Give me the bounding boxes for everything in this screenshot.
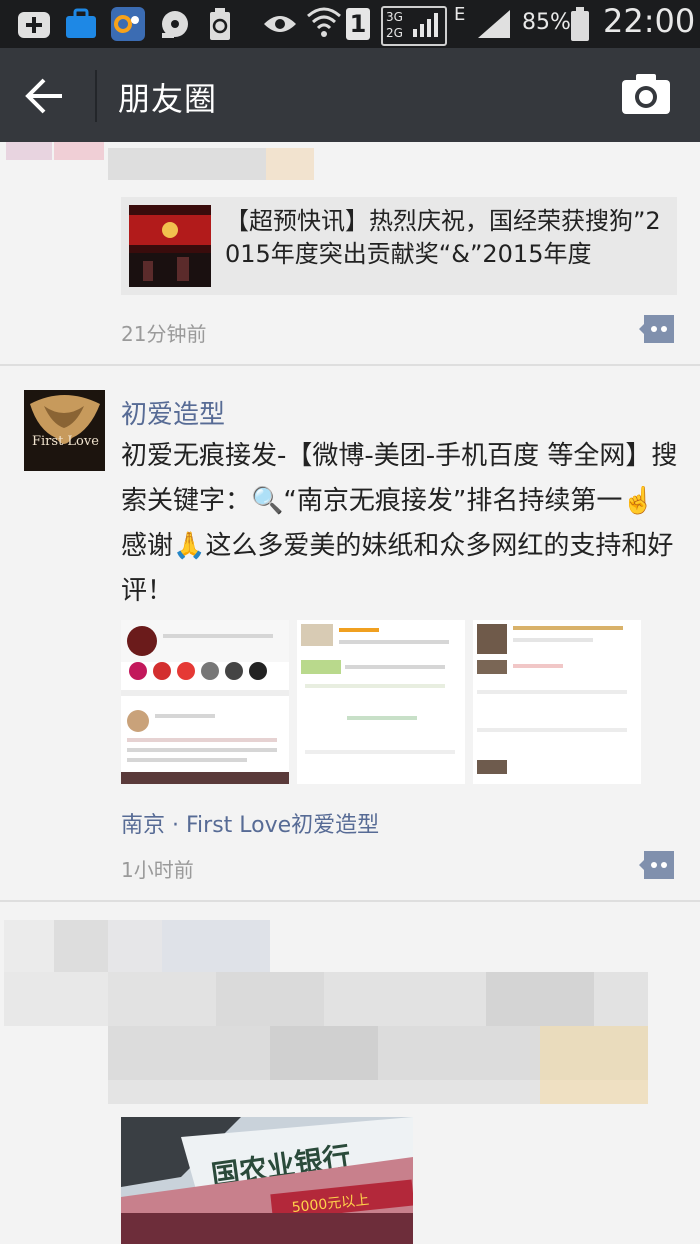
blurred-avatar-1 xyxy=(6,142,52,160)
moments-feed[interactable]: 【超预快讯】热烈庆祝，国经荣获搜狗”2015年度突出贡献奖“&”2015年度 2… xyxy=(0,142,700,1244)
blurred-emoji xyxy=(540,1026,648,1080)
cell-signal-icon xyxy=(478,10,510,38)
post-image-1[interactable] xyxy=(121,620,289,784)
avatar[interactable]: First Love xyxy=(24,390,105,471)
blurred-avatar-part xyxy=(108,920,162,972)
blurred-emoji xyxy=(540,1080,648,1104)
location-link[interactable]: 南京 · First Love初爱造型 xyxy=(121,807,379,839)
toolbox-icon xyxy=(66,8,96,38)
camera-icon[interactable] xyxy=(620,70,672,118)
edge-indicator: E xyxy=(454,4,466,25)
eye-icon xyxy=(264,16,296,32)
network-type-bottom: 2G xyxy=(386,26,403,40)
post-text: 初爱无痕接发-【微博-美团-手机百度 等全网】搜索关键字：🔍“南京无痕接发”排名… xyxy=(121,441,678,606)
post-divider xyxy=(0,900,700,902)
blurred-avatar-part xyxy=(162,920,270,972)
post-image-3[interactable] xyxy=(473,620,641,784)
sim-slot-badge: 1 xyxy=(346,8,370,40)
blurred-text-part xyxy=(486,972,594,1026)
network-type-badge: 3G 2G xyxy=(381,6,447,46)
post-photo[interactable]: 国农业银行 5000元以上 xyxy=(121,1117,413,1244)
poster-name[interactable]: 初爱造型 xyxy=(121,394,225,431)
blurred-avatar-part xyxy=(4,972,108,1026)
blurred-avatar xyxy=(4,920,54,972)
battery-icon xyxy=(571,7,589,41)
blurred-avatar-2 xyxy=(54,142,104,160)
shared-link-card[interactable]: 【超预快讯】热烈庆祝，国经荣获搜狗”2015年度突出贡献奖“&”2015年度 xyxy=(121,197,677,295)
avatar-brand-text: First Love xyxy=(32,434,99,449)
battery-percent: 85% xyxy=(522,10,571,35)
add-notification-icon xyxy=(18,12,50,38)
network-type-top: 3G xyxy=(386,10,403,24)
app-notification-icon xyxy=(111,7,145,41)
post-time: 21分钟前 xyxy=(121,322,207,346)
post-image-2[interactable] xyxy=(297,620,465,784)
post-time: 1小时前 xyxy=(121,858,194,882)
comment-icon[interactable] xyxy=(638,850,676,880)
wifi-icon xyxy=(307,7,341,37)
link-thumbnail xyxy=(129,205,211,287)
clock: 22:00 xyxy=(603,2,696,40)
blurred-avatar-part xyxy=(54,920,108,972)
post-divider xyxy=(0,364,700,366)
back-arrow-icon[interactable] xyxy=(22,76,66,116)
blurred-text-part xyxy=(216,972,324,1026)
recycle-icon xyxy=(210,8,230,40)
comment-icon[interactable] xyxy=(638,314,676,344)
signal-mini-icon xyxy=(413,13,438,37)
page-title: 朋友圈 xyxy=(118,80,218,118)
status-bar: 1 3G 2G E 85% 22:00 xyxy=(0,0,700,48)
blurred-text-part xyxy=(108,1080,540,1104)
blurred-text-1 xyxy=(108,148,266,180)
media-icon xyxy=(162,11,188,38)
link-title: 【超预快讯】热烈庆祝，国经荣获搜狗”2015年度突出贡献奖“&”2015年度 xyxy=(225,207,661,268)
blurred-text-2 xyxy=(266,148,314,180)
header-divider xyxy=(95,70,97,122)
blurred-text-part xyxy=(270,1026,378,1080)
app-bar: 朋友圈 xyxy=(0,48,700,142)
